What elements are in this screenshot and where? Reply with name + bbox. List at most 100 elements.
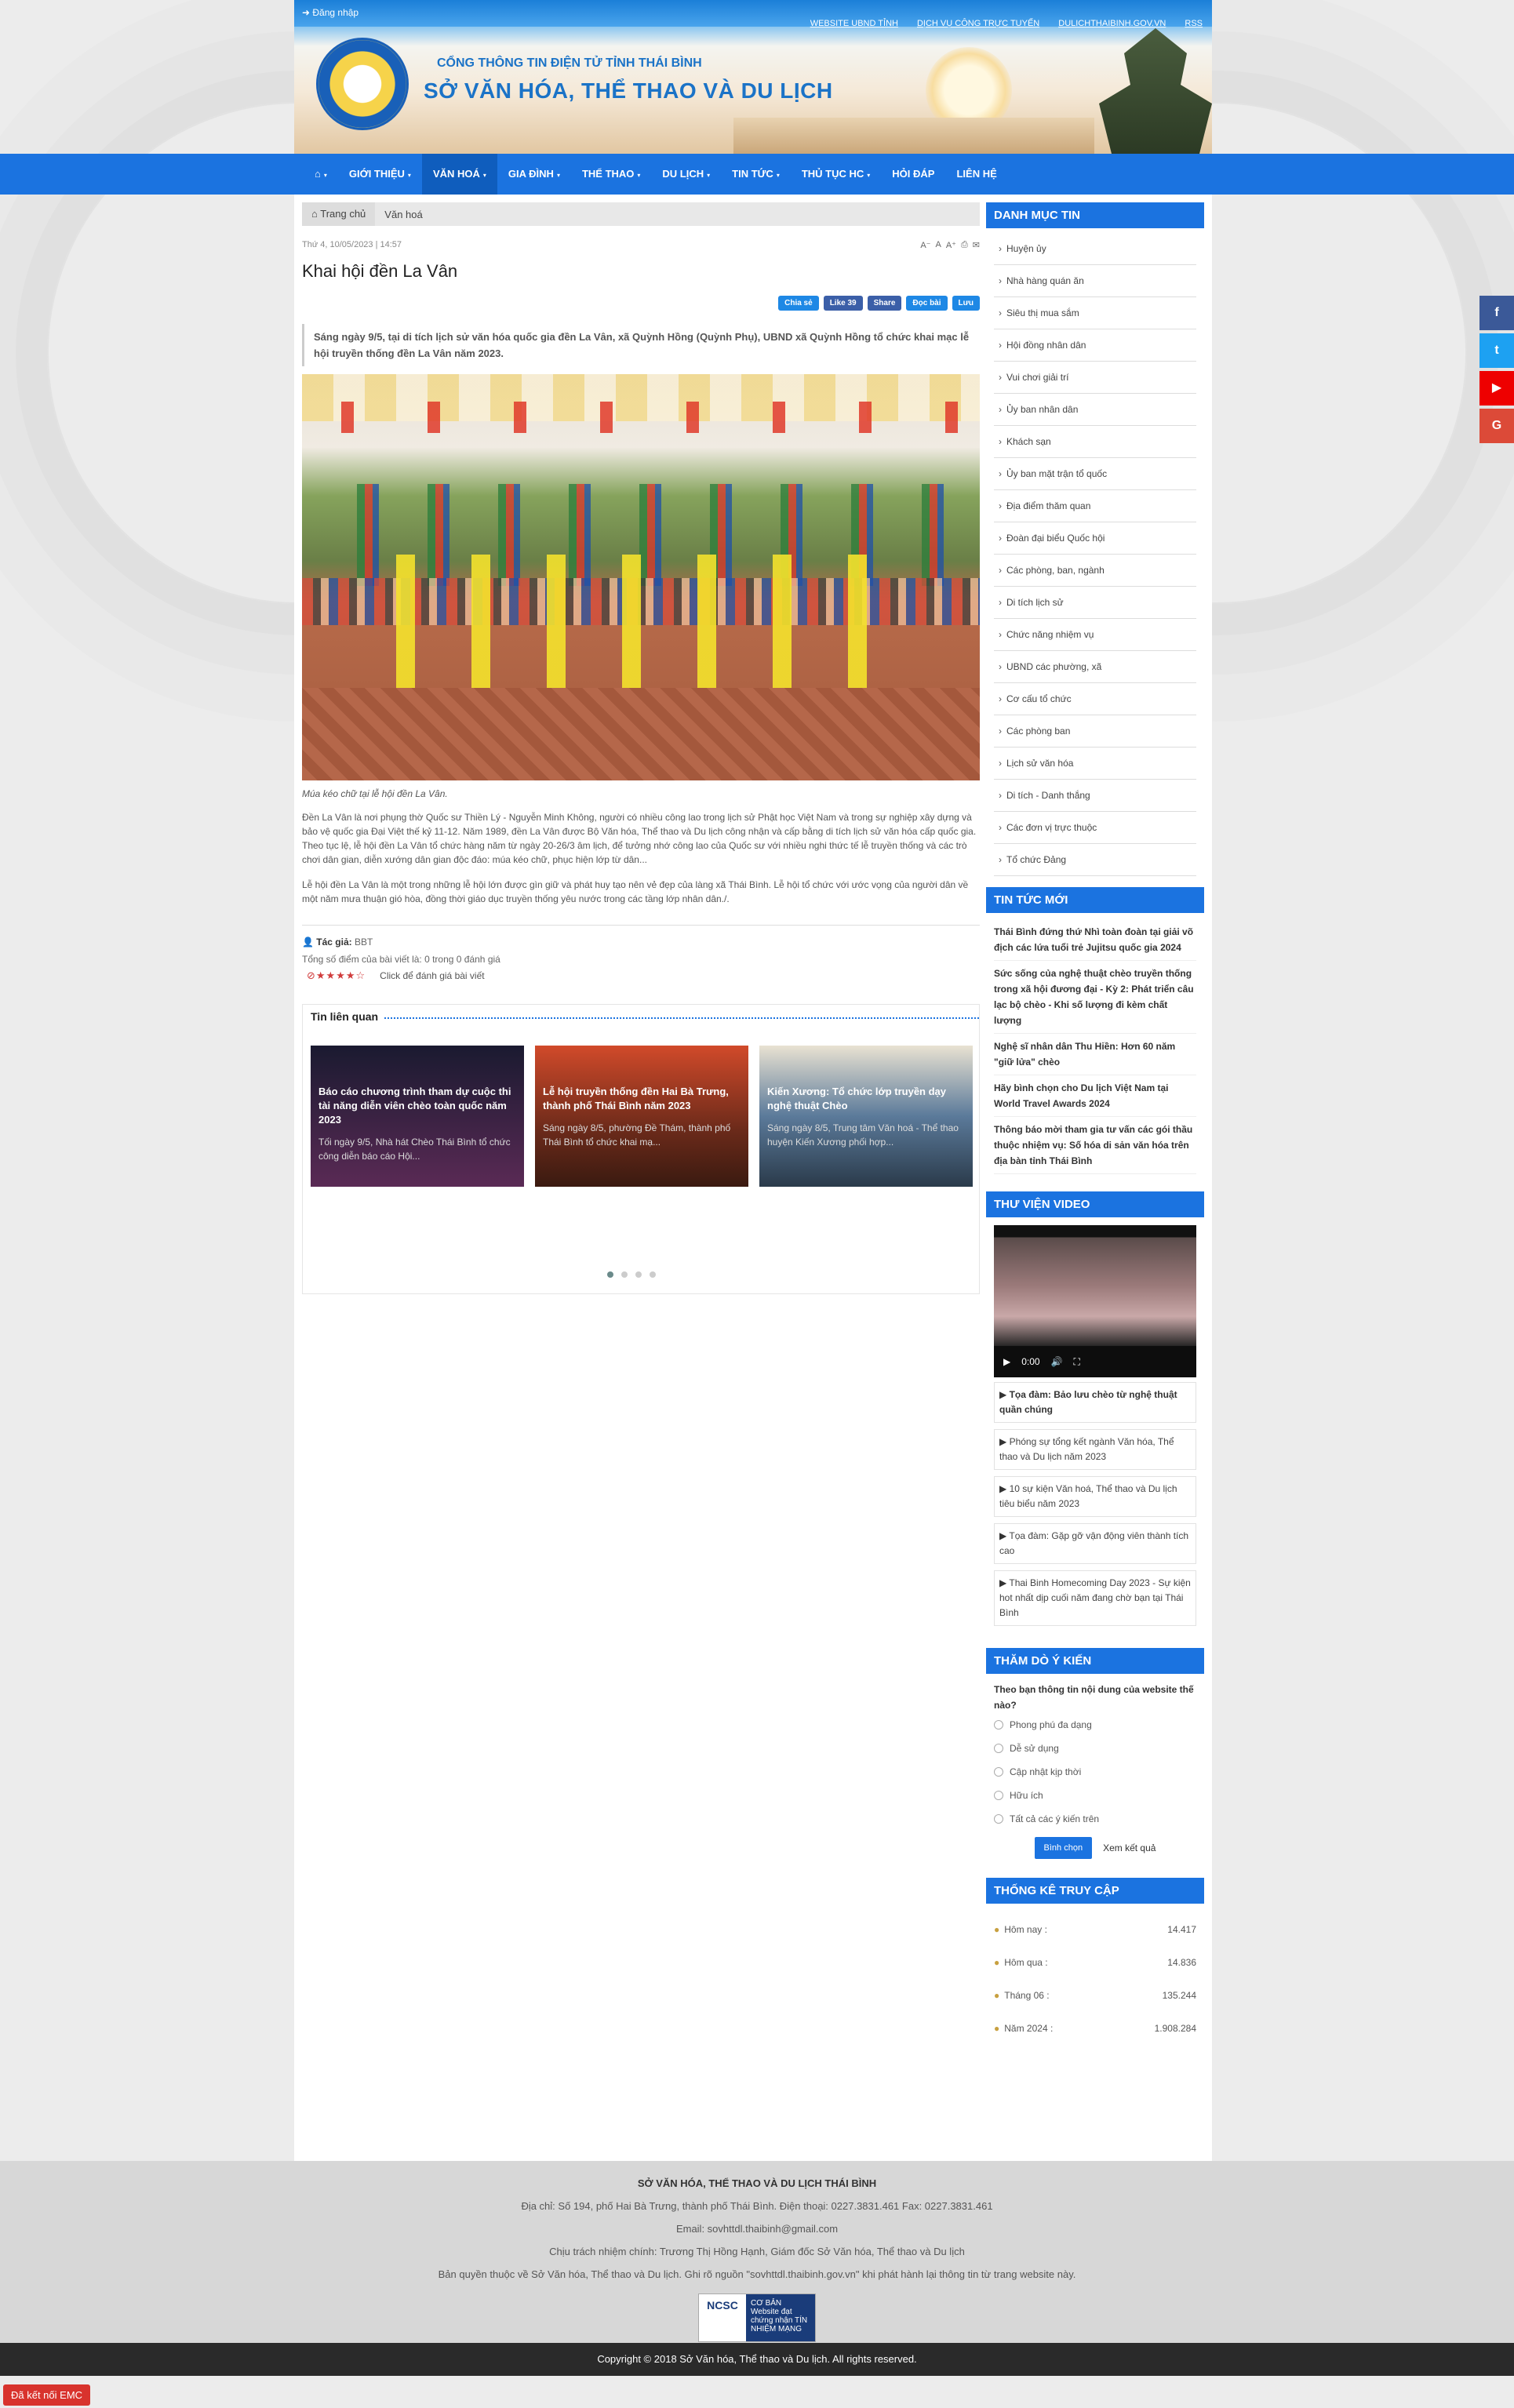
poll-option[interactable]: Dễ sử dụng [994,1737,1196,1760]
copyright-bar: Copyright © 2018 Sở Văn hóa, Thể thao và… [0,2343,1514,2376]
related-card[interactable]: Báo cáo chương trình tham dự cuộc thi tà… [311,1046,524,1187]
font-smaller-button[interactable]: A⁻ [920,240,930,250]
video-item[interactable]: Thai Binh Homecoming Day 2023 - Sự kiện … [994,1570,1196,1626]
category-item[interactable]: Các đơn vị trực thuộc [994,812,1196,844]
nav-the-thao[interactable]: THỂ THAO ▾ [571,154,651,195]
category-item[interactable]: Nhà hàng quán ăn [994,265,1196,297]
video-item[interactable]: 10 sự kiện Văn hoá, Thể thao và Du lịch … [994,1476,1196,1517]
email-icon[interactable]: ✉ [973,240,980,250]
radio-button[interactable] [994,1791,1003,1800]
category-item[interactable]: Ủy ban mặt trận tổ quốc [994,458,1196,490]
twitter-icon[interactable]: t [1479,333,1514,368]
category-item[interactable]: Địa điểm thăm quan [994,490,1196,522]
site-footer: SỞ VĂN HÓA, THỂ THAO VÀ DU LỊCH THÁI BÌN… [0,2161,1514,2343]
category-item[interactable]: Cơ cấu tổ chức [994,683,1196,715]
nav-thu-tuc[interactable]: THỦ TỤC HC ▾ [791,154,881,195]
category-item[interactable]: Huyện ủy [994,233,1196,265]
video-player[interactable]: ▶ 0:00 🔊 ⛶ [994,1225,1196,1377]
nav-tin-tuc[interactable]: TIN TỨC ▾ [721,154,791,195]
nav-home[interactable]: ⌂ ▾ [304,154,338,195]
category-item[interactable]: Tổ chức Đảng [994,844,1196,876]
category-item[interactable]: UBND các phường, xã [994,651,1196,683]
poll-option-label: Hữu ích [1010,1790,1043,1801]
category-item[interactable]: Khách sạn [994,426,1196,458]
radio-button[interactable] [994,1767,1003,1777]
category-item[interactable]: Di tích - Danh thắng [994,780,1196,812]
poll-option[interactable]: Hữu ích [994,1784,1196,1807]
article-photo [302,374,980,780]
breadcrumb-van-hoa[interactable]: Văn hoá [375,209,431,220]
facebook-share-button[interactable]: Share [867,295,902,311]
google-plus-icon[interactable]: G [1479,409,1514,443]
fullscreen-icon[interactable]: ⛶ [1074,1356,1080,1368]
poll-option-label: Dễ sử dụng [1010,1743,1059,1754]
save-button[interactable]: Lưu [952,295,980,311]
main-nav: ⌂ ▾ GIỚI THIỆU ▾ VĂN HOÁ ▾ GIA ĐÌNH ▾ THỂ TH… [0,154,1514,195]
category-item[interactable]: Lịch sử văn hóa [994,747,1196,780]
related-card[interactable]: Lễ hội truyền thống đền Hai Bà Trưng, th… [535,1046,748,1187]
top-link-dvc[interactable]: DỊCH VỤ CÔNG TRỰC TUYẾN [917,19,1039,28]
category-item[interactable]: Vui chơi giải trí [994,362,1196,394]
rating-stars[interactable]: ⊘★★★★☆ [307,969,366,982]
top-link-rss[interactable]: RSS [1185,19,1203,28]
category-item[interactable]: Ủy ban nhân dân [994,394,1196,426]
category-item[interactable]: Siêu thị mua sắm [994,297,1196,329]
font-normal-button[interactable]: A [935,240,941,250]
footer-copyright-note: Bản quyền thuộc về Sở Văn hóa, Thể thao … [438,2268,1076,2280]
news-item[interactable]: Hãy bình chọn cho Du lịch Việt Nam tại W… [994,1075,1196,1117]
ncsc-badge[interactable]: NCSC CƠ BẢN Website đạt chứng nhận TÍN NH… [698,2293,816,2342]
print-icon[interactable]: ⎙ [961,240,968,250]
video-item[interactable]: Tọa đàm: Bảo lưu chèo từ nghệ thuật quần… [994,1382,1196,1423]
poll-title: THĂM DÒ Ý KIẾN [986,1648,1204,1674]
poll-option-label: Phong phú đa dạng [1010,1719,1092,1730]
stats-box: THỐNG KÊ TRUY CẬP Hôm nay : 14.417 Hôm qua… [986,1878,1204,2054]
site-logo[interactable] [316,38,409,130]
facebook-icon[interactable]: f [1479,296,1514,330]
radio-button[interactable] [994,1744,1003,1753]
stat-label: Hôm nay : [994,1924,1047,1935]
nav-hoi-dap[interactable]: HỎI ĐÁP [881,154,945,195]
vote-button[interactable]: Bình chọn [1034,1837,1093,1859]
nav-van-hoa[interactable]: VĂN HOÁ ▾ [421,154,497,195]
youtube-icon[interactable]: ▶ [1479,371,1514,406]
related-card[interactable]: Kiến Xương: Tổ chức lớp truyền dạy nghệ … [759,1046,973,1187]
category-item[interactable]: Đoàn đại biểu Quốc hội [994,522,1196,555]
video-item[interactable]: Tọa đàm: Gặp gỡ vận động viên thành tích… [994,1523,1196,1564]
news-item[interactable]: Thái Bình đứng thứ Nhì toàn đoàn tại giả… [994,919,1196,961]
radio-button[interactable] [994,1720,1003,1730]
poll-option[interactable]: Cập nhật kịp thời [994,1760,1196,1784]
poll-option[interactable]: Tất cả các ý kiến trên [994,1807,1196,1831]
carousel-dots[interactable] [607,1271,656,1278]
radio-button[interactable] [994,1814,1003,1824]
poll-option[interactable]: Phong phú đa dạng [994,1713,1196,1737]
facebook-like-button[interactable]: Like 39 [823,295,863,311]
nav-gia-dinh[interactable]: GIA ĐÌNH ▾ [497,154,571,195]
category-item[interactable]: Di tích lịch sử [994,587,1196,619]
author: 👤 Tác giả: BBT [302,937,373,948]
nav-gioi-thieu[interactable]: GIỚI THIỆU ▾ [338,154,422,195]
news-item[interactable]: Sức sống của nghệ thuật chèo truyền thốn… [994,961,1196,1034]
video-item[interactable]: Phóng sự tổng kết ngành Văn hóa, Thể tha… [994,1429,1196,1470]
category-item[interactable]: Các phòng ban [994,715,1196,747]
volume-icon[interactable]: 🔊 [1051,1356,1063,1367]
play-icon[interactable]: ▶ [1003,1356,1010,1367]
nav-du-lich[interactable]: DU LỊCH ▾ [651,154,721,195]
view-results-link[interactable]: Xem kết quả [1103,1842,1156,1853]
login-link[interactable]: ➜ Đăng nhập [302,7,358,18]
top-link-ubnd[interactable]: WEBSITE UBND TỈNH [810,19,898,28]
zalo-share-button[interactable]: Chia sẻ [778,295,819,311]
category-item[interactable]: Chức năng nhiệm vụ [994,619,1196,651]
category-item[interactable]: Các phòng, ban, ngành [994,555,1196,587]
read-aloud-button[interactable]: Đọc bài [906,295,948,311]
author-label: Tác giả: [316,937,352,948]
nav-lien-he[interactable]: LIÊN HỆ [945,154,1007,195]
category-item[interactable]: Hội đồng nhân dân [994,329,1196,362]
breadcrumb-home[interactable]: ⌂ Trang chủ [302,202,376,226]
categories-box: DANH MỤC TIN Huyện ủyNhà hàng quán ănSiê… [986,202,1204,876]
font-larger-button[interactable]: A⁺ [946,240,956,250]
emc-badge[interactable]: Đã kết nối EMC [3,2384,91,2406]
news-item[interactable]: Nghệ sĩ nhân dân Thu Hiền: Hơn 60 năm "g… [994,1034,1196,1075]
stat-label: Tháng 06 : [994,1990,1049,2001]
news-item[interactable]: Thông báo mời tham gia tư vấn các gói th… [994,1117,1196,1174]
top-link-dulich[interactable]: DULICHTHAIBINH.GOV.VN [1058,19,1166,28]
